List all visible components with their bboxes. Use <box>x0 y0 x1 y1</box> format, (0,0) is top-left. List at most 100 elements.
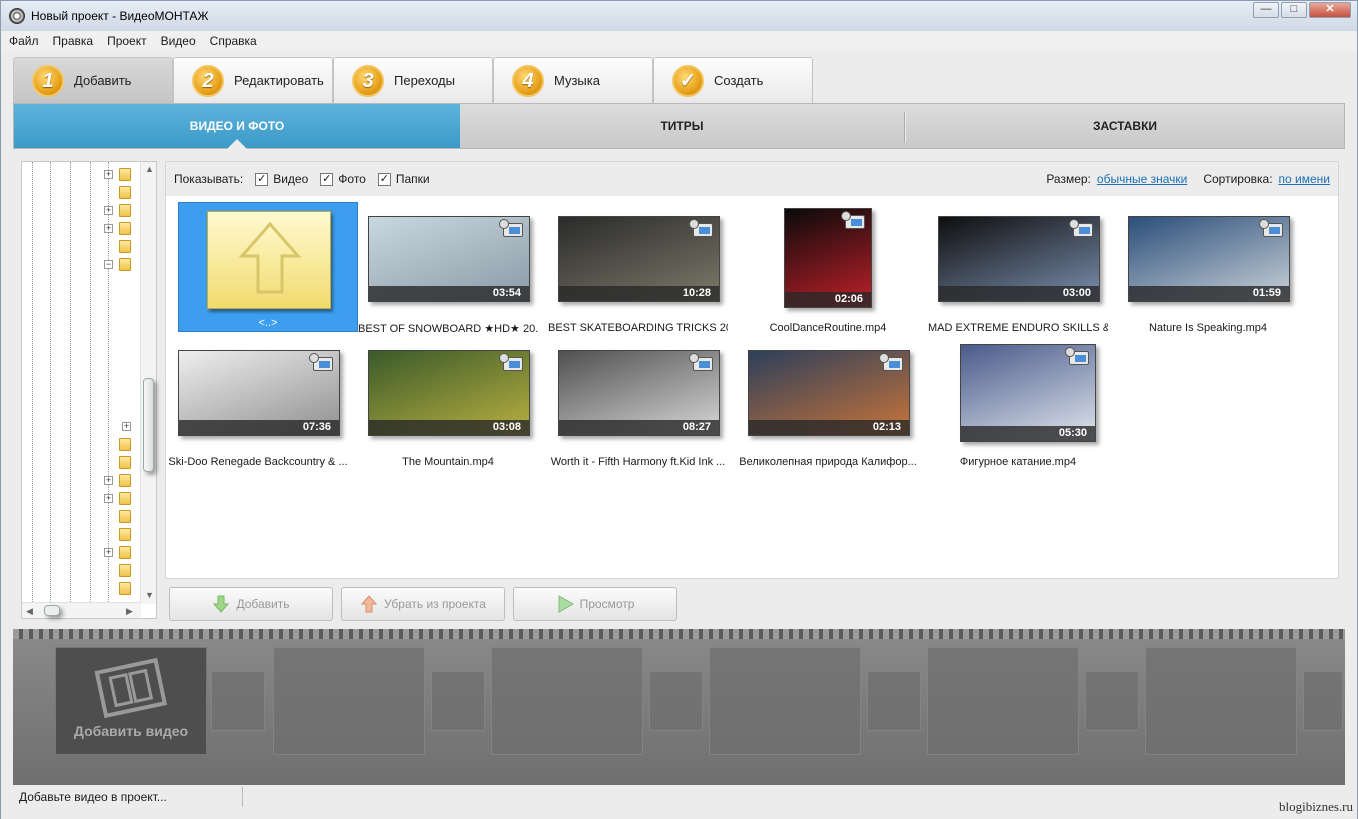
expand-icon[interactable]: + <box>104 494 113 503</box>
video-thumbnail[interactable]: 01:59 <box>1128 216 1290 302</box>
scroll-thumb[interactable] <box>143 378 154 472</box>
tree-node[interactable] <box>104 580 144 598</box>
add-button[interactable]: Добавить <box>169 587 333 621</box>
tree-node[interactable]: + <box>104 490 144 508</box>
main-area: 1 Добавить 2 Редактировать 3 Переходы 4 … <box>1 51 1357 819</box>
expand-icon[interactable]: + <box>122 422 131 431</box>
tree-node[interactable] <box>104 238 144 256</box>
sort-label: Сортировка: <box>1203 172 1273 186</box>
tree-node[interactable] <box>104 454 144 472</box>
step-tab-create[interactable]: ✓ Создать <box>653 57 813 103</box>
expand-icon[interactable]: + <box>104 548 113 557</box>
step-tab-transitions[interactable]: 3 Переходы <box>333 57 493 103</box>
folder-tree[interactable]: + + + − + + + + ▲ ▼ ◀ ▶ <box>21 161 157 619</box>
media-subtabs: ВИДЕО И ФОТО ТИТРЫ ЗАСТАВКИ <box>13 103 1345 149</box>
tree-guide-line <box>90 162 91 604</box>
scroll-left-icon[interactable]: ◀ <box>26 606 33 617</box>
video-thumbnail[interactable]: 03:00 <box>938 216 1100 302</box>
tree-node[interactable]: + <box>104 202 144 220</box>
folder-icon <box>119 582 131 595</box>
checkbox-video[interactable]: ✓ Видео <box>255 172 308 186</box>
video-filename[interactable]: Worth it - Fifth Harmony ft.Kid Ink ... <box>548 456 728 468</box>
tree-vertical-scrollbar[interactable]: ▲ ▼ <box>140 162 156 604</box>
expand-icon[interactable]: + <box>104 476 113 485</box>
checkbox-folders[interactable]: ✓ Папки <box>377 172 430 186</box>
subtab-titles[interactable]: ТИТРЫ <box>460 104 904 148</box>
video-filename[interactable]: CoolDanceRoutine.mp4 <box>738 322 918 334</box>
close-button[interactable]: ✕ <box>1309 2 1351 18</box>
scroll-thumb[interactable] <box>44 605 60 616</box>
menu-file[interactable]: Файл <box>9 34 39 48</box>
step-label: Редактировать <box>234 73 324 88</box>
video-filename[interactable]: Ski-Doo Renegade Backcountry & ... <box>168 456 348 468</box>
video-filename[interactable]: Великолепная природа Калифор... <box>738 456 918 468</box>
subtab-intros[interactable]: ЗАСТАВКИ <box>906 104 1344 148</box>
transition-slot[interactable] <box>1085 671 1139 731</box>
clip-slot[interactable] <box>273 647 425 755</box>
expand-icon[interactable]: + <box>104 206 113 215</box>
tree-node[interactable] <box>104 184 144 202</box>
menu-help[interactable]: Справка <box>210 34 257 48</box>
add-video-slot[interactable]: Добавить видео <box>55 647 207 755</box>
step-tab-edit[interactable]: 2 Редактировать <box>173 57 333 103</box>
tree-node[interactable]: + <box>104 544 144 562</box>
sort-link[interactable]: по имени <box>1279 172 1330 186</box>
checkbox-photo[interactable]: ✓ Фото <box>320 172 366 186</box>
clip-slot[interactable] <box>709 647 861 755</box>
tree-horizontal-scrollbar[interactable]: ◀ ▶ <box>22 602 141 618</box>
tree-node[interactable] <box>104 526 144 544</box>
tree-node[interactable]: + <box>104 166 144 184</box>
tree-node[interactable] <box>104 562 144 580</box>
step-tabs: 1 Добавить 2 Редактировать 3 Переходы 4 … <box>13 57 813 103</box>
video-thumbnail[interactable]: 03:54 <box>368 216 530 302</box>
tree-node[interactable]: − <box>104 256 144 274</box>
video-filename[interactable]: BEST SKATEBOARDING TRICKS 20... <box>548 322 728 334</box>
preview-button[interactable]: Просмотр <box>513 587 677 621</box>
video-filename[interactable]: The Mountain.mp4 <box>358 456 538 468</box>
minimize-button[interactable]: — <box>1253 2 1279 18</box>
clip-slot[interactable] <box>927 647 1079 755</box>
transition-slot[interactable] <box>867 671 921 731</box>
video-thumbnail[interactable]: 03:08 <box>368 350 530 436</box>
transition-slot[interactable] <box>649 671 703 731</box>
storyboard-timeline[interactable]: Добавить видео <box>13 629 1345 785</box>
tree-node[interactable] <box>104 436 144 454</box>
menu-project[interactable]: Проект <box>107 34 147 48</box>
maximize-button[interactable]: □ <box>1281 2 1307 18</box>
video-filename[interactable]: BEST OF SNOWBOARD ★HD★ 20... <box>358 322 538 335</box>
video-thumbnail[interactable]: 08:27 <box>558 350 720 436</box>
video-thumbnail[interactable]: 02:06 <box>784 208 872 308</box>
video-thumbnail[interactable]: 05:30 <box>960 344 1096 442</box>
remove-from-project-button[interactable]: Убрать из проекта <box>341 587 505 621</box>
transition-slot[interactable] <box>1303 671 1343 731</box>
video-filename[interactable]: MAD EXTREME ENDURO SKILLS & ... <box>928 322 1108 334</box>
menu-video[interactable]: Видео <box>161 34 196 48</box>
menu-edit[interactable]: Правка <box>53 34 94 48</box>
tree-node[interactable]: + <box>104 472 144 490</box>
parent-folder-item[interactable]: <..> <box>178 202 358 332</box>
clip-slot[interactable] <box>491 647 643 755</box>
clip-slot[interactable] <box>1145 647 1297 755</box>
video-filename[interactable]: Фигурное катание.mp4 <box>928 456 1108 468</box>
video-thumbnail[interactable]: 10:28 <box>558 216 720 302</box>
video-thumbnail[interactable]: 02:13 <box>748 350 910 436</box>
subtab-video-photo[interactable]: ВИДЕО И ФОТО <box>14 104 460 149</box>
expand-icon[interactable]: + <box>104 170 113 179</box>
collapse-icon[interactable]: − <box>104 260 113 269</box>
expand-icon[interactable]: + <box>104 224 113 233</box>
step-tab-music[interactable]: 4 Музыка <box>493 57 653 103</box>
video-thumbnail[interactable]: 07:36 <box>178 350 340 436</box>
scroll-down-icon[interactable]: ▼ <box>145 590 154 600</box>
scroll-up-icon[interactable]: ▲ <box>145 164 154 174</box>
transition-slot[interactable] <box>211 671 265 731</box>
size-link[interactable]: обычные значки <box>1097 172 1187 186</box>
tree-guide-line <box>50 162 51 604</box>
step-tab-add[interactable]: 1 Добавить <box>13 57 173 103</box>
video-filename[interactable]: Nature Is Speaking.mp4 <box>1118 322 1298 334</box>
checkmark-icon: ✓ <box>672 64 704 97</box>
step-label: Добавить <box>74 73 132 88</box>
tree-node[interactable] <box>104 508 144 526</box>
scroll-right-icon[interactable]: ▶ <box>126 606 133 617</box>
tree-node[interactable]: + <box>104 220 144 238</box>
transition-slot[interactable] <box>431 671 485 731</box>
